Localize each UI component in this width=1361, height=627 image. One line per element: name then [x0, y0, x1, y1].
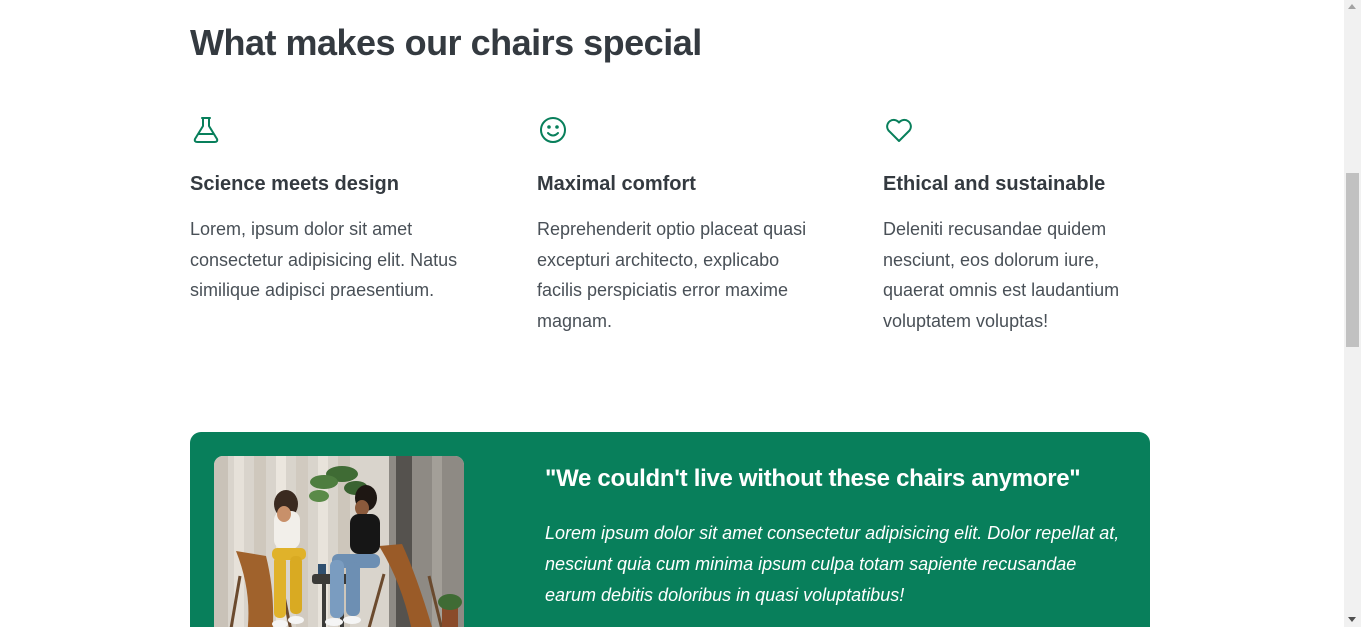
testimonial-card: "We couldn't live without these chairs a… — [190, 432, 1150, 627]
feature-text: Lorem, ipsum dolor sit amet consectetur … — [190, 219, 458, 301]
feature-title: Maximal comfort — [537, 173, 696, 195]
feature-ethical: Ethical and sustainable Deleniti recusan… — [883, 114, 1173, 331]
feature-science: Science meets design Lorem, ipsum dolor … — [190, 114, 480, 300]
heart-icon — [883, 114, 915, 146]
feature-title: Ethical and sustainable — [883, 173, 1106, 195]
feature-text: Reprehenderit optio placeat quasi except… — [537, 219, 807, 331]
scroll-up-arrow-icon[interactable] — [1348, 4, 1356, 9]
testimonial-quote-title: "We couldn't live without these chairs a… — [545, 465, 1081, 492]
scrollbar-thumb[interactable] — [1346, 173, 1359, 347]
testimonial-photo — [214, 456, 464, 627]
page: What makes our chairs special Science me… — [0, 0, 1361, 627]
feature-comfort: Maximal comfort Reprehenderit optio plac… — [537, 114, 827, 331]
flask-icon — [190, 114, 222, 146]
feature-title: Science meets design — [190, 173, 399, 195]
section-title: What makes our chairs special — [190, 22, 702, 63]
vertical-scrollbar[interactable] — [1344, 0, 1361, 627]
smile-icon — [537, 114, 569, 146]
feature-text: Deleniti recusandae quidem nesciunt, eos… — [883, 219, 1120, 331]
testimonial-quote-text: Lorem ipsum dolor sit amet consectetur a… — [545, 523, 1120, 605]
scroll-down-arrow-icon[interactable] — [1348, 617, 1356, 622]
